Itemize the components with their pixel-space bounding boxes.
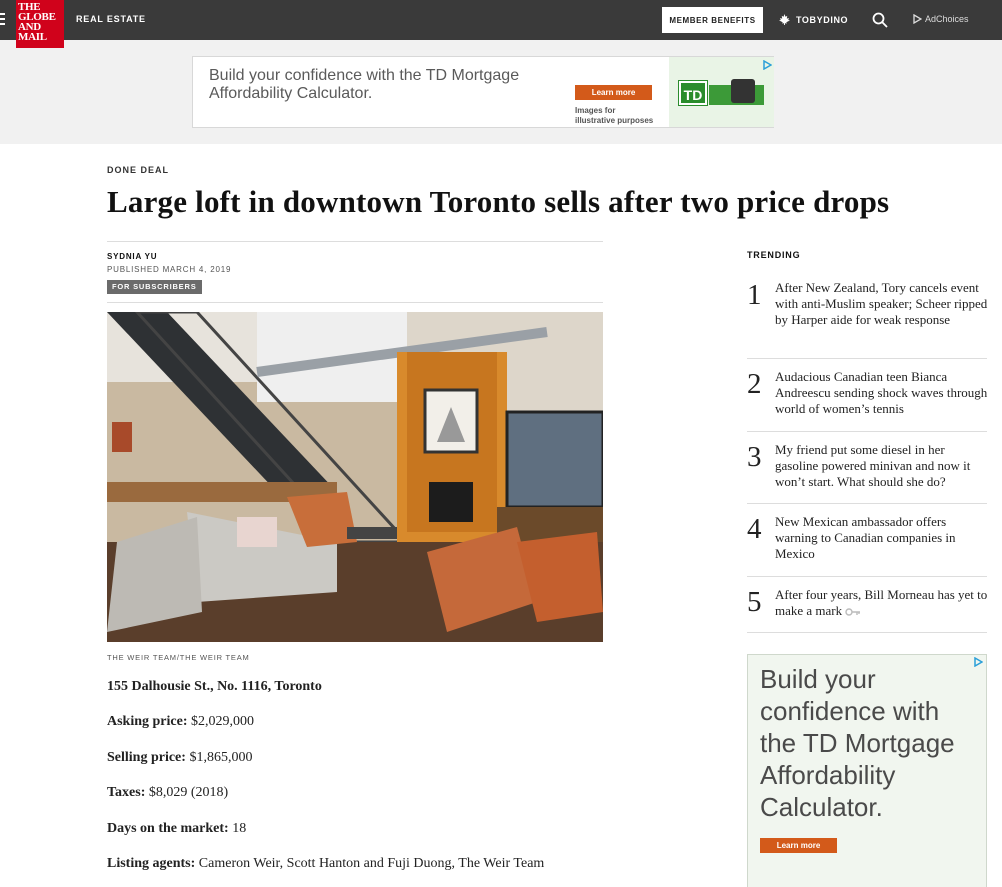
learn-more-button[interactable]: Learn more — [760, 838, 837, 853]
detail-value: $2,029,000 — [191, 714, 254, 729]
maple-leaf-icon — [779, 14, 790, 25]
divider — [747, 431, 987, 432]
trending-rank: 4 — [747, 513, 762, 545]
menu-icon[interactable] — [0, 13, 5, 27]
subscribers-badge: FOR SUBSCRIBERS — [107, 280, 202, 294]
detail-selling-price: Selling price: $1,865,000 — [107, 750, 252, 766]
divider — [107, 241, 603, 242]
trending-rank: 5 — [747, 586, 762, 618]
section-link-real-estate[interactable]: REAL ESTATE — [76, 14, 146, 24]
member-benefits-button[interactable]: MEMBER BENEFITS — [662, 7, 763, 33]
detail-days-on-market: Days on the market: 18 — [107, 821, 246, 837]
author-name[interactable]: SYDNIA YU — [107, 252, 157, 261]
listing-address: 155 Dalhousie St., No. 1116, Toronto — [107, 679, 322, 695]
ad-text: Build your confidence with the TD Mortga… — [760, 664, 955, 822]
divider — [107, 302, 603, 303]
divider — [747, 358, 987, 359]
account-menu[interactable]: TOBYDINO — [779, 14, 848, 25]
detail-label: Selling price: — [107, 750, 186, 765]
detail-label: Days on the market: — [107, 821, 229, 836]
detail-listing-agents: Listing agents: Cameron Weir, Scott Hant… — [107, 856, 544, 872]
divider — [747, 576, 987, 577]
detail-value: Cameron Weir, Scott Hanton and Fuji Duon… — [198, 856, 545, 871]
key-icon — [845, 608, 861, 616]
ad-product-image — [731, 79, 755, 103]
search-icon[interactable] — [872, 12, 888, 28]
trending-title: TRENDING — [747, 250, 801, 260]
divider — [747, 632, 987, 633]
trending-headline[interactable]: After four years, Bill Morneau has yet t… — [775, 587, 989, 619]
top-nav-bar: THE GLOBE AND MAIL REAL ESTATE MEMBER BE… — [0, 0, 1002, 48]
adchoices-label: AdChoices — [925, 14, 969, 24]
detail-label: Listing agents: — [107, 856, 196, 871]
photo-credit: THE WEIR TEAM/THE WEIR TEAM — [107, 653, 250, 662]
ad-disclaimer: Images for illustrative purposes — [575, 106, 653, 126]
article-headline: Large loft in downtown Toronto sells aft… — [107, 184, 890, 219]
article-photo[interactable] — [107, 312, 603, 642]
trending-headline[interactable]: New Mexican ambassador offers warning to… — [775, 514, 989, 562]
td-logo: TD — [678, 80, 708, 106]
adchoices-icon — [913, 13, 923, 25]
detail-label: Taxes: — [107, 785, 146, 800]
trending-rank: 2 — [747, 368, 762, 400]
ad-text: Build your confidence with the TD Mortga… — [209, 67, 520, 102]
adchoices-link[interactable]: AdChoices — [913, 13, 969, 25]
address-text: 155 Dalhousie St., No. 1116, Toronto — [107, 679, 322, 694]
username: TOBYDINO — [796, 15, 849, 25]
detail-value: $8,029 (2018) — [148, 785, 229, 800]
detail-value: $1,865,000 — [189, 750, 253, 765]
globe-and-mail-logo[interactable]: THE GLOBE AND MAIL — [16, 0, 64, 48]
trending-headline[interactable]: Audacious Canadian teen Bianca Andreescu… — [775, 369, 989, 417]
divider — [747, 503, 987, 504]
ad-image: TD — [669, 57, 774, 127]
detail-taxes: Taxes: $8,029 (2018) — [107, 785, 228, 801]
ad-disclaimer-line: illustrative purposes — [575, 116, 654, 125]
learn-more-button[interactable]: Learn more — [575, 85, 652, 100]
trending-rank: 3 — [747, 441, 762, 473]
trending-headline[interactable]: My friend put some diesel in her gasolin… — [775, 442, 989, 490]
article-kicker[interactable]: DONE DEAL — [107, 165, 169, 175]
detail-asking-price: Asking price: $2,029,000 — [107, 714, 254, 730]
adchoices-icon[interactable] — [763, 60, 772, 70]
detail-value: 18 — [232, 821, 247, 836]
trending-headline[interactable]: After New Zealand, Tory cancels event wi… — [775, 280, 989, 328]
trending-rank: 1 — [747, 279, 762, 311]
trending-headline-text: After four years, Bill Morneau has yet t… — [775, 587, 988, 618]
sidebar-ad[interactable]: Build your confidence with the TD Mortga… — [747, 654, 987, 887]
leaderboard-ad[interactable]: Build your confidence with the TD Mortga… — [192, 56, 774, 128]
logo-line: MAIL — [18, 31, 47, 43]
detail-label: Asking price: — [107, 714, 188, 729]
ad-disclaimer-line: Images for — [575, 106, 616, 115]
publish-date: PUBLISHED MARCH 4, 2019 — [107, 265, 232, 274]
adchoices-icon[interactable] — [974, 657, 983, 667]
loft-interior-image — [107, 312, 603, 642]
